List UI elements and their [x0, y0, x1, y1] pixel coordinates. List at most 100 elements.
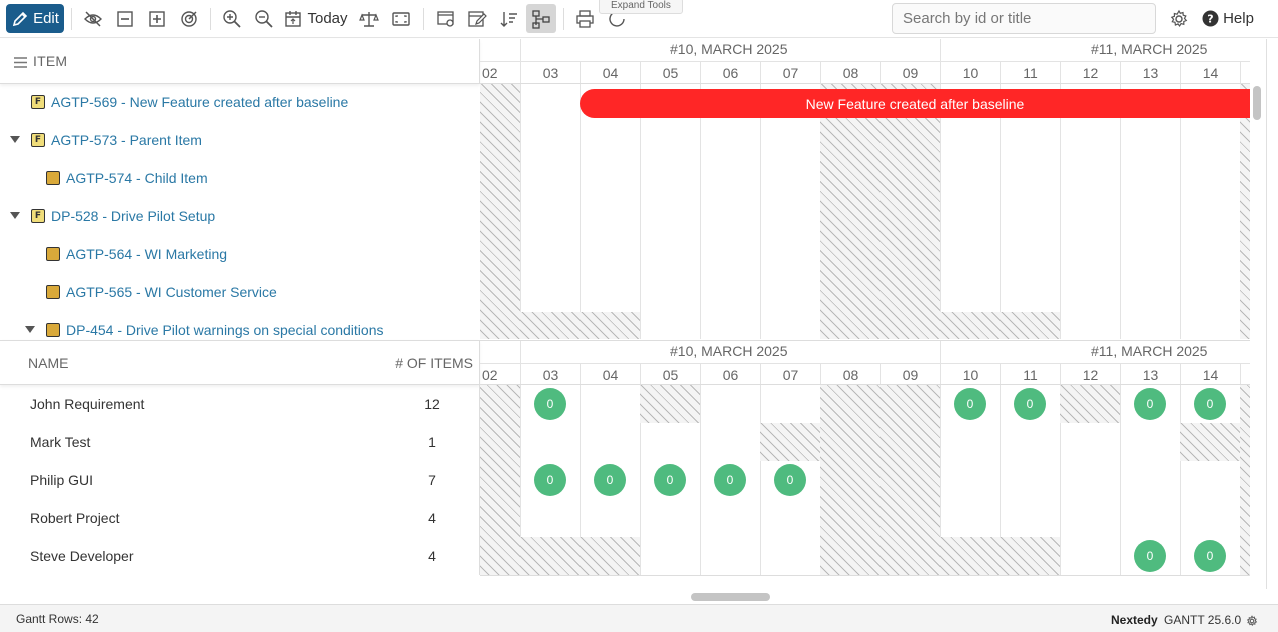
- day-label: 03: [520, 62, 580, 83]
- item-row[interactable]: AGTP-565 - WI Customer Service: [0, 274, 480, 312]
- expand-caret-icon[interactable]: [25, 326, 35, 333]
- sort-button[interactable]: [496, 4, 522, 33]
- help-icon: ?: [1202, 10, 1219, 27]
- workload-bubble[interactable]: 0: [954, 388, 986, 420]
- non-working-cell: [820, 84, 880, 339]
- resource-row[interactable]: Mark Test 1: [0, 423, 480, 461]
- zoom-in-button[interactable]: [219, 4, 245, 33]
- resource-item-count: 12: [424, 396, 440, 412]
- workload-grid[interactable]: 000000000000: [480, 385, 1250, 575]
- resource-item-count: 1: [428, 434, 436, 450]
- vertical-scrollbar[interactable]: [1253, 86, 1261, 120]
- workload-bubble[interactable]: 0: [1134, 388, 1166, 420]
- gantt-bar[interactable]: New Feature created after baseline: [580, 89, 1250, 118]
- grid-column: [1120, 84, 1121, 339]
- non-working-cell: [640, 385, 700, 423]
- today-button[interactable]: Today: [284, 4, 348, 33]
- menu-icon[interactable]: [14, 55, 27, 73]
- settings-view-button[interactable]: [433, 4, 459, 33]
- week-label: #11, MARCH 2025: [1091, 343, 1208, 359]
- non-working-cell: [1060, 385, 1120, 423]
- workload-bubble[interactable]: 0: [1194, 388, 1226, 420]
- non-working-cell: [880, 84, 940, 339]
- item-link[interactable]: AGTP-565 - WI Customer Service: [66, 284, 277, 300]
- search-input[interactable]: [892, 3, 1156, 34]
- gantt-bar-label: New Feature created after baseline: [805, 95, 1025, 112]
- expand-caret-icon[interactable]: [10, 212, 20, 219]
- item-row[interactable]: AGTP-564 - WI Marketing: [0, 236, 480, 274]
- work-item-type-icon: [46, 323, 60, 337]
- zoom-out-button[interactable]: [251, 4, 277, 33]
- horizontal-scrollbar[interactable]: [691, 593, 770, 601]
- workload-bubble[interactable]: 0: [594, 464, 626, 496]
- edit-view-button[interactable]: [464, 4, 490, 33]
- day-label: 04: [580, 364, 640, 384]
- week-divider: [520, 341, 521, 363]
- collapse-icon: [115, 9, 135, 29]
- brand-name: Nextedy: [1111, 613, 1158, 627]
- item-link[interactable]: DP-454 - Drive Pilot warnings on special…: [66, 322, 383, 338]
- day-label: 02: [482, 65, 498, 81]
- hide-eye-button[interactable]: [80, 4, 106, 33]
- workload-bubble[interactable]: 0: [1194, 540, 1226, 572]
- resource-row[interactable]: Robert Project 4: [0, 499, 480, 537]
- day-label: 07: [760, 62, 820, 83]
- resource-item-count: 4: [428, 548, 436, 564]
- item-row[interactable]: F DP-528 - Drive Pilot Setup: [0, 198, 480, 236]
- workload-bubble[interactable]: 0: [654, 464, 686, 496]
- resource-row[interactable]: John Requirement 12: [0, 385, 480, 423]
- workload-bubble[interactable]: 0: [774, 464, 806, 496]
- workload-bubble[interactable]: 0: [1014, 388, 1046, 420]
- day-label: 04: [580, 62, 640, 83]
- non-working-cell: [480, 84, 520, 339]
- edit-button[interactable]: Edit: [6, 4, 64, 33]
- help-button[interactable]: ? Help: [1200, 4, 1256, 33]
- day-label: 14: [1180, 62, 1240, 83]
- non-working-cell: [1000, 537, 1060, 575]
- target-button[interactable]: [176, 4, 202, 33]
- gantt-grid[interactable]: [480, 84, 1250, 339]
- gear-icon: [1169, 9, 1189, 29]
- item-row[interactable]: F AGTP-569 - New Feature created after ba…: [0, 84, 480, 122]
- baseline-button[interactable]: [356, 4, 382, 33]
- non-working-cell: [520, 312, 580, 339]
- workload-bubble[interactable]: 0: [534, 464, 566, 496]
- expand-all-button[interactable]: [144, 4, 170, 33]
- feature-type-icon: F: [31, 95, 45, 109]
- item-link[interactable]: DP-528 - Drive Pilot Setup: [51, 208, 215, 224]
- workload-bubble[interactable]: 0: [714, 464, 746, 496]
- item-row[interactable]: AGTP-574 - Child Item: [0, 160, 480, 198]
- dependencies-button[interactable]: [526, 4, 556, 33]
- fit-screen-button[interactable]: [388, 4, 414, 33]
- day-label: 13: [1120, 364, 1180, 384]
- day-label: 05: [640, 364, 700, 384]
- work-item-type-icon: [46, 171, 60, 185]
- grid-column: [1060, 84, 1061, 339]
- item-link[interactable]: AGTP-564 - WI Marketing: [66, 246, 227, 262]
- week-label: #10, MARCH 2025: [670, 343, 788, 359]
- grid-column: [700, 84, 701, 339]
- resource-row[interactable]: Philip GUI 7: [0, 461, 480, 499]
- gear-icon[interactable]: [1246, 614, 1258, 632]
- item-link[interactable]: AGTP-574 - Child Item: [66, 170, 208, 186]
- grid-column: [1120, 385, 1121, 575]
- expand-caret-icon[interactable]: [10, 136, 20, 143]
- item-link[interactable]: AGTP-569 - New Feature created after bas…: [51, 94, 348, 110]
- expand-icon: [147, 9, 167, 29]
- item-row[interactable]: F AGTP-573 - Parent Item: [0, 122, 480, 160]
- non-working-cell: [580, 312, 640, 339]
- item-link[interactable]: AGTP-573 - Parent Item: [51, 132, 202, 148]
- edit-label: Edit: [33, 10, 59, 27]
- grid-column: [1000, 84, 1001, 339]
- print-button[interactable]: [572, 4, 598, 33]
- workload-bubble[interactable]: 0: [534, 388, 566, 420]
- day-label: 14: [1180, 364, 1240, 384]
- collapse-all-button[interactable]: [112, 4, 138, 33]
- resource-name: Steve Developer: [30, 548, 134, 564]
- workload-bubble[interactable]: 0: [1134, 540, 1166, 572]
- resource-row[interactable]: Steve Developer 4: [0, 537, 480, 575]
- grid-column: [760, 385, 761, 575]
- toolbar-divider: [423, 8, 424, 30]
- non-working-cell: [880, 385, 940, 575]
- settings-button[interactable]: [1166, 4, 1192, 33]
